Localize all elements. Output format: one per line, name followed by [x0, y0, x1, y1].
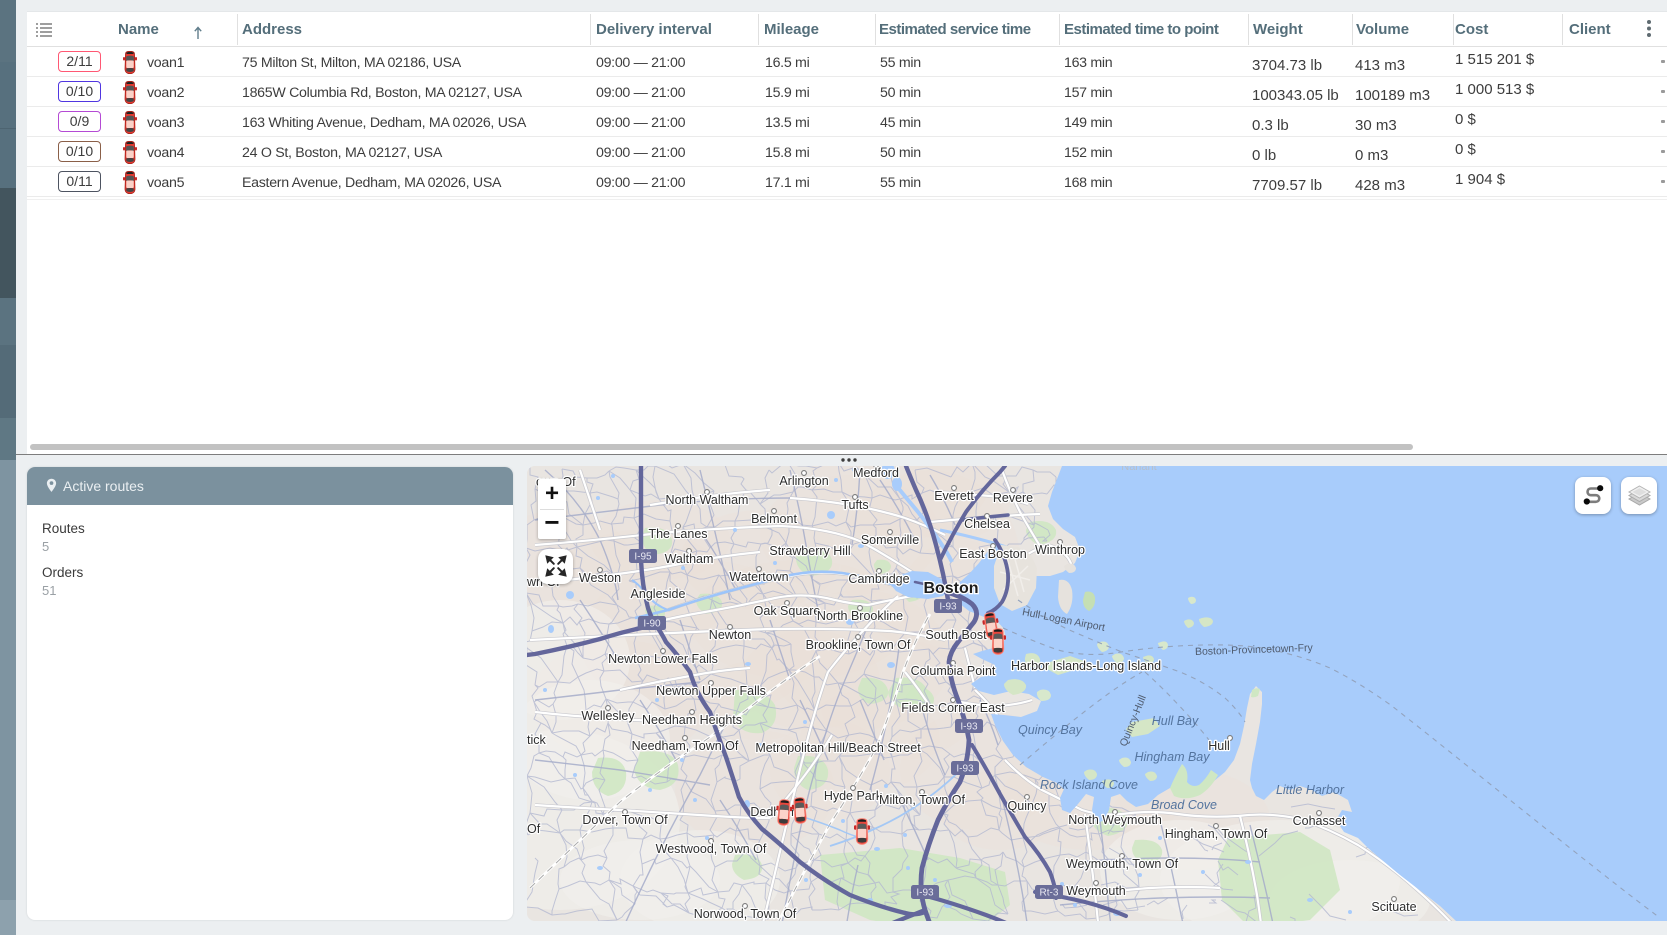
- svg-text:Hingham Bay: Hingham Bay: [1134, 750, 1210, 764]
- svg-text:Tufts: Tufts: [841, 498, 868, 512]
- svg-text:Brookline, Town Of: Brookline, Town Of: [806, 638, 911, 652]
- svg-text:Hull Bay: Hull Bay: [1152, 714, 1199, 728]
- svg-text:Wellesley: Wellesley: [581, 709, 635, 723]
- svg-text:Everett: Everett: [934, 489, 974, 503]
- svg-text:Oak Square: Oak Square: [754, 604, 821, 618]
- svg-text:Arlington: Arlington: [779, 474, 828, 488]
- svg-text:Hingham, Town Of: Hingham, Town Of: [1165, 827, 1268, 841]
- svg-text:Milton, Town Of: Milton, Town Of: [879, 793, 965, 807]
- svg-text:Weymouth, Town Of: Weymouth, Town Of: [1066, 857, 1179, 871]
- svg-text:Westwood, Town Of: Westwood, Town Of: [656, 842, 767, 856]
- svg-text:Quincy Bay: Quincy Bay: [1018, 723, 1083, 737]
- svg-text:Winthrop: Winthrop: [1035, 543, 1085, 557]
- svg-text:Newton Upper Falls: Newton Upper Falls: [656, 684, 766, 698]
- svg-text:South Bost: South Bost: [925, 628, 987, 642]
- svg-text:Cohasset: Cohasset: [1293, 814, 1346, 828]
- svg-text:Scituate: Scituate: [1371, 900, 1416, 914]
- svg-text:Needham Heights: Needham Heights: [642, 713, 742, 727]
- svg-text:Waltham: Waltham: [665, 552, 714, 566]
- svg-text:North Weymouth: North Weymouth: [1068, 813, 1162, 827]
- svg-text:North Waltham: North Waltham: [666, 493, 749, 507]
- svg-text:Somerville: Somerville: [861, 533, 919, 547]
- svg-text:Boston: Boston: [923, 580, 978, 597]
- svg-text:Hull: Hull: [1208, 739, 1230, 753]
- svg-text:Norwood, Town Of: Norwood, Town Of: [694, 907, 797, 921]
- svg-text:Of: Of: [527, 822, 541, 836]
- svg-text:Hyde Park: Hyde Park: [824, 789, 883, 803]
- svg-text:Columbia Point: Columbia Point: [911, 664, 996, 678]
- svg-text:East Boston: East Boston: [959, 547, 1026, 561]
- svg-text:Quincy: Quincy: [1008, 799, 1048, 813]
- svg-text:tick: tick: [527, 733, 547, 747]
- svg-text:Quincy-Hull: Quincy-Hull: [1117, 693, 1148, 748]
- svg-text:Chelsea: Chelsea: [964, 517, 1010, 531]
- svg-text:Angleside: Angleside: [631, 587, 686, 601]
- svg-text:Rock Island Cove: Rock Island Cove: [1040, 778, 1138, 792]
- svg-text:Belmont: Belmont: [751, 512, 797, 526]
- svg-text:The Lanes: The Lanes: [648, 527, 707, 541]
- svg-text:Medford: Medford: [853, 466, 899, 480]
- svg-text:Newton: Newton: [709, 628, 751, 642]
- svg-text:Weymouth: Weymouth: [1066, 884, 1126, 898]
- svg-text:Strawberry Hill: Strawberry Hill: [769, 544, 850, 558]
- svg-text:Boston-Provincetown-Fry: Boston-Provincetown-Fry: [1195, 642, 1314, 658]
- svg-text:Metropolitan Hill/Beach Street: Metropolitan Hill/Beach Street: [755, 741, 921, 755]
- svg-text:Little Harbor: Little Harbor: [1276, 783, 1345, 797]
- svg-text:Harbor Islands-Long Island: Harbor Islands-Long Island: [1011, 659, 1161, 673]
- svg-text:Fields Corner East: Fields Corner East: [901, 701, 1005, 715]
- svg-text:Newton Lower Falls: Newton Lower Falls: [608, 652, 718, 666]
- svg-text:Revere: Revere: [993, 491, 1033, 505]
- svg-text:Dover, Town Of: Dover, Town Of: [582, 813, 668, 827]
- svg-text:Watertown: Watertown: [729, 570, 788, 584]
- svg-text:Nahant: Nahant: [1121, 466, 1156, 473]
- svg-text:Hull-Logan Airport: Hull-Logan Airport: [1021, 606, 1106, 634]
- svg-text:Weston: Weston: [579, 571, 621, 585]
- svg-text:Cambridge: Cambridge: [848, 572, 909, 586]
- svg-text:Needham, Town Of: Needham, Town Of: [632, 739, 739, 753]
- svg-text:North Brookline: North Brookline: [817, 609, 903, 623]
- svg-text:Broad Cove: Broad Cove: [1151, 798, 1217, 812]
